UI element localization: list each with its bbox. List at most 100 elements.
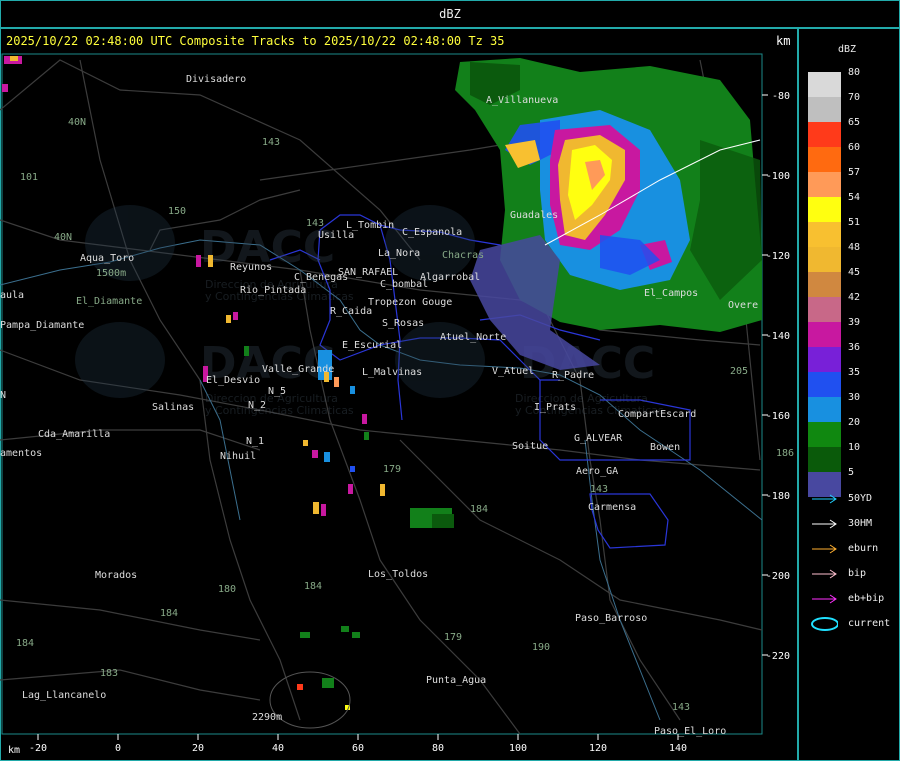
place-label: Tropezon Gouge (368, 297, 452, 308)
legend-level-label: 30 (848, 392, 861, 403)
place-label: Paso_Barroso (575, 613, 647, 624)
place-label: Aqua_Toro (80, 253, 134, 264)
track-legend-item: eb+bip (808, 590, 896, 610)
road-number: 184 (160, 608, 178, 619)
road-number: 184 (16, 638, 34, 649)
x-axis-unit: km (8, 745, 20, 756)
road-number: 205 (730, 366, 748, 377)
place-label: Algarrobal (420, 272, 480, 283)
road-number: 183 (100, 668, 118, 679)
legend-level-label: 48 (848, 242, 861, 253)
place-label: La_Nora (378, 248, 420, 259)
road-number: 101 (20, 172, 38, 183)
y-tick-label: -120 (766, 251, 790, 262)
track-legend-item: 30HM (808, 515, 896, 535)
legend-level-label: 42 (848, 292, 861, 303)
legend-level-label: 35 (848, 367, 861, 378)
place-label: N (0, 390, 6, 401)
legend-level-label: 57 (848, 167, 861, 178)
legend-swatch: 70 (808, 92, 860, 122)
legend-swatch: 60 (808, 142, 860, 172)
place-label: Carmensa (588, 502, 636, 513)
place-label: G_ALVEAR (574, 433, 623, 444)
y-tick-label: -140 (766, 331, 790, 342)
place-label: V_Atuel (492, 366, 534, 377)
place-label: Reyunos (230, 262, 272, 273)
road-number: 143 (590, 484, 608, 495)
x-tick-label: 0 (115, 743, 121, 754)
track-legend-label: bip (848, 568, 867, 579)
x-tick-label: 140 (669, 743, 687, 754)
place-label: Cda_Amarilla (38, 429, 110, 440)
legend-swatch: 36 (808, 342, 860, 372)
place-label: Los_Toldos (368, 569, 428, 580)
window-title: dBZ (439, 7, 461, 21)
place-label: Bowen (650, 442, 680, 453)
road-number: 40N (54, 232, 72, 243)
legend-level-label: 70 (848, 92, 861, 103)
place-label: I_Prats (534, 402, 576, 413)
y-tick-label: -220 (766, 651, 790, 662)
x-tick-label: 40 (272, 743, 284, 754)
place-label: Morados (95, 570, 137, 581)
track-arrow-icon (812, 544, 837, 554)
road-number: 186 (776, 448, 794, 459)
place-label: S_Rosas (382, 318, 424, 329)
legend-level-label: 5 (848, 467, 855, 478)
track-arrow-icon (812, 494, 837, 504)
road-number: 143 (672, 702, 690, 713)
place-label: aula (0, 290, 24, 301)
legend-swatch: 65 (808, 117, 860, 147)
place-label: Divisadero (186, 74, 246, 85)
legend-swatch: 20 (808, 417, 860, 447)
place-label: N_1 (246, 436, 264, 447)
road-number: 40N (68, 117, 86, 128)
y-tick-label: -100 (766, 171, 790, 182)
road-number: 179 (444, 632, 462, 643)
place-label: Paso_El_Loro (654, 726, 726, 737)
track-arrow-icon (812, 519, 837, 529)
km-unit-label: km (776, 34, 791, 48)
place-label: N_5 (268, 386, 286, 397)
place-label: Nihuil (220, 451, 256, 462)
track-legend-label: eb+bip (848, 593, 885, 604)
track-arrow-icon (812, 569, 837, 579)
place-label: Lag_Llancanelo (22, 690, 106, 701)
legend-title: dBZ (838, 44, 857, 55)
place-label: E_Escurial (342, 340, 402, 351)
title-bar: dBZ (0, 0, 900, 28)
track-legend-label: 30HM (848, 518, 873, 529)
place-label: N_2 (248, 400, 266, 411)
place-label: Atuel_Norte (440, 332, 506, 343)
y-tick-label: -200 (766, 571, 790, 582)
x-tick-label: 60 (352, 743, 364, 754)
place-label: Chacras (442, 250, 484, 261)
legend-level-label: 65 (848, 117, 861, 128)
road-number: 143 (306, 218, 324, 229)
legend-swatch: 42 (808, 292, 860, 322)
legend-level-label: 10 (848, 442, 861, 453)
place-label: El_Campos (644, 288, 698, 299)
legend-swatch: 35 (808, 367, 860, 397)
svg-text:y Contingencias Climaticas: y Contingencias Climaticas (205, 404, 354, 417)
legend-swatch: 10 (808, 442, 860, 472)
road-number: 180 (218, 584, 236, 595)
place-label: C_bombal (380, 279, 428, 290)
map-header: 2025/10/22 02:48:00 UTC Composite Tracks… (6, 34, 505, 48)
place-label: amentos (0, 448, 42, 459)
legend-level-label: 51 (848, 217, 861, 228)
place-label: Aero_GA (576, 466, 618, 477)
road-number: 179 (383, 464, 401, 475)
legend-level-label: 60 (848, 142, 861, 153)
legend-swatch: 48 (808, 242, 860, 272)
place-label: Soitue (512, 441, 548, 452)
radar-map[interactable]: DACC DACC DACC Direccion de Agricultura … (0, 50, 798, 761)
road-number: 184 (304, 581, 322, 592)
road-number: 143 (262, 137, 280, 148)
x-tick-label: 120 (589, 743, 607, 754)
x-tick-label: 20 (192, 743, 204, 754)
dbz-colorbar: 80 70 65 60 57 54 51 48 45 42 39 36 35 30 20 10 5 (808, 67, 860, 497)
legend-swatch: 54 (808, 192, 860, 222)
track-legend-label: current (848, 618, 891, 629)
place-label: R_Caida (330, 306, 372, 317)
